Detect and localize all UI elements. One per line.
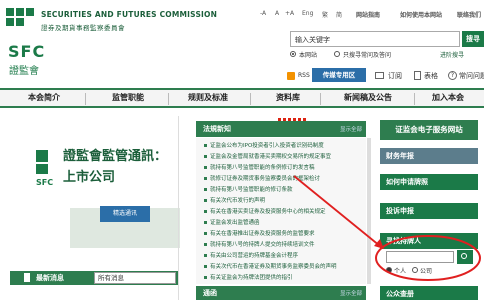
search-input[interactable]: 输入关键字	[290, 31, 460, 47]
banner-logo-icon-2	[36, 164, 48, 174]
list-item[interactable]: 就持有第八号的持牌人提交的持续培训文件	[204, 240, 364, 248]
font-small-link[interactable]: -A	[260, 10, 266, 17]
rss-link[interactable]: RSS	[298, 72, 310, 79]
media-zone-button[interactable]: 传媒专用区	[312, 68, 366, 82]
radio-site-icon[interactable]	[290, 51, 296, 57]
sfc-logo-cn: 證監會	[9, 66, 39, 77]
eservices-button[interactable]: 证监会电子服务网站	[380, 120, 478, 140]
nav-item-rules[interactable]: 规则及标准	[188, 92, 228, 103]
latest-news-label: 最新消息	[36, 274, 64, 282]
lang-sc-link[interactable]: 简	[336, 10, 342, 19]
forms-link[interactable]: 表格	[424, 71, 438, 81]
list-item[interactable]: 有关次代币在香港证券及期货事务监察委员会的声明	[204, 262, 364, 270]
list-item[interactable]: 就修订证券及期货事务监察委员会的框架检讨	[204, 174, 364, 182]
lang-tc-link[interactable]: 繁	[322, 10, 328, 19]
list-item[interactable]: 有关在香港推出证券及投资服务的监管要求	[204, 229, 364, 237]
banner-title-line1[interactable]: 證監會監管通訊：	[63, 145, 167, 164]
radio-faq-icon[interactable]	[334, 51, 340, 57]
banner-title-line2[interactable]: 上市公司	[63, 166, 115, 185]
banner-chip: 精选通讯	[100, 206, 150, 222]
policy-scrollbar[interactable]	[367, 138, 371, 284]
nav-item-database[interactable]: 资料库	[276, 92, 300, 103]
list-item[interactable]: 有关由公司营运的持牌基金会计程序	[204, 251, 364, 259]
lang-en-link[interactable]: Eng	[302, 10, 313, 17]
site-title-cn: 證券及期貨事務監察委員會	[41, 24, 125, 32]
list-item[interactable]: 证监会公布为IPO投资者引入投资者识别码制度	[204, 141, 364, 149]
policy-more-link[interactable]: 显示全部	[340, 125, 362, 133]
notice-title: 通函	[203, 289, 217, 297]
policy-list: 证监会公布为IPO投资者引入投资者识别码制度 证监会及金管局就香港买卖期权交易所…	[196, 138, 366, 284]
site-title-en: SECURITIES AND FUTURES COMMISSION	[41, 10, 218, 19]
public-register-button[interactable]: 公众查册	[380, 286, 478, 300]
search-icon	[461, 253, 467, 259]
forms-icon[interactable]	[414, 71, 421, 80]
nav-item-about[interactable]: 本会简介	[28, 92, 60, 103]
complaint-button[interactable]: 投诉申报	[380, 203, 478, 219]
main-nav: 本会简介 监管职能 规则及标准 资料库 新闻稿及公告 加入本会	[0, 88, 484, 108]
banner-sfc-text: SFC	[36, 178, 54, 187]
search-placeholder: 输入关键字	[295, 36, 330, 44]
faq-icon[interactable]: ?	[448, 71, 457, 80]
sfc-logo-mark	[6, 8, 36, 26]
annual-report-button[interactable]: 财务年报	[380, 148, 478, 164]
list-item[interactable]: 就持有第八号监管职能的条例修订的发言稿	[204, 163, 364, 171]
font-large-link[interactable]: +A	[285, 10, 294, 17]
radio-site-label: 本网站	[299, 52, 318, 59]
contact-link[interactable]: 联络我们	[457, 10, 481, 19]
highlight-marker	[278, 118, 308, 121]
nav-item-news[interactable]: 新闻稿及公告	[344, 92, 392, 103]
licensee-search-header: 寻找持牌人	[380, 233, 478, 249]
font-mid-link[interactable]: A	[275, 10, 279, 17]
licensee-search-button[interactable]	[457, 250, 473, 264]
my-account-link[interactable]: 如何使用本网站	[400, 10, 442, 19]
sitemap-link[interactable]: 网站指南	[356, 10, 380, 19]
subscribe-link[interactable]: 订阅	[388, 71, 402, 81]
banner-logo-icon	[36, 150, 48, 162]
apply-licence-button[interactable]: 如何申请牌照	[380, 174, 478, 190]
radio-company-icon[interactable]	[412, 267, 418, 273]
radio-company-label: 公司	[420, 268, 433, 275]
search-button[interactable]: 搜寻	[462, 31, 484, 47]
licensee-search-input[interactable]	[386, 251, 454, 263]
banner-divider	[178, 116, 179, 300]
list-item[interactable]: 有关证监会为持牌法团提供的指引	[204, 273, 364, 281]
nav-item-regulatory[interactable]: 监管职能	[112, 92, 144, 103]
rss-icon[interactable]	[287, 72, 295, 80]
subscribe-icon[interactable]	[375, 72, 384, 79]
list-item[interactable]: 有关次代币发行的声明	[204, 196, 364, 204]
notice-more-link[interactable]: 显示全部	[340, 289, 362, 297]
sfc-logo-text: SFC	[8, 42, 46, 61]
nav-item-careers[interactable]: 加入本会	[432, 92, 464, 103]
latest-news-icon	[24, 273, 30, 282]
list-item[interactable]: 有关在香港买卖证券及投资服务中心的相关规定	[204, 207, 364, 215]
list-item[interactable]: 证监会发出监管通函	[204, 218, 364, 226]
faq-link[interactable]: 常问问题	[459, 71, 484, 81]
radio-faq-label: 只搜寻常问及答问	[343, 52, 392, 59]
list-item[interactable]: 证监会及金管局就香港买卖期权交易所的规定事宜	[204, 152, 364, 160]
advanced-search-link[interactable]: 进阶搜寻	[440, 50, 464, 59]
radio-person-label: 个人	[394, 268, 407, 275]
policy-title: 法規新知	[203, 125, 231, 133]
radio-person-icon[interactable]	[386, 267, 392, 273]
list-item[interactable]: 就持有第八号监管职能的修订条款	[204, 185, 364, 193]
latest-news-filter[interactable]: 所有消息	[94, 272, 176, 284]
